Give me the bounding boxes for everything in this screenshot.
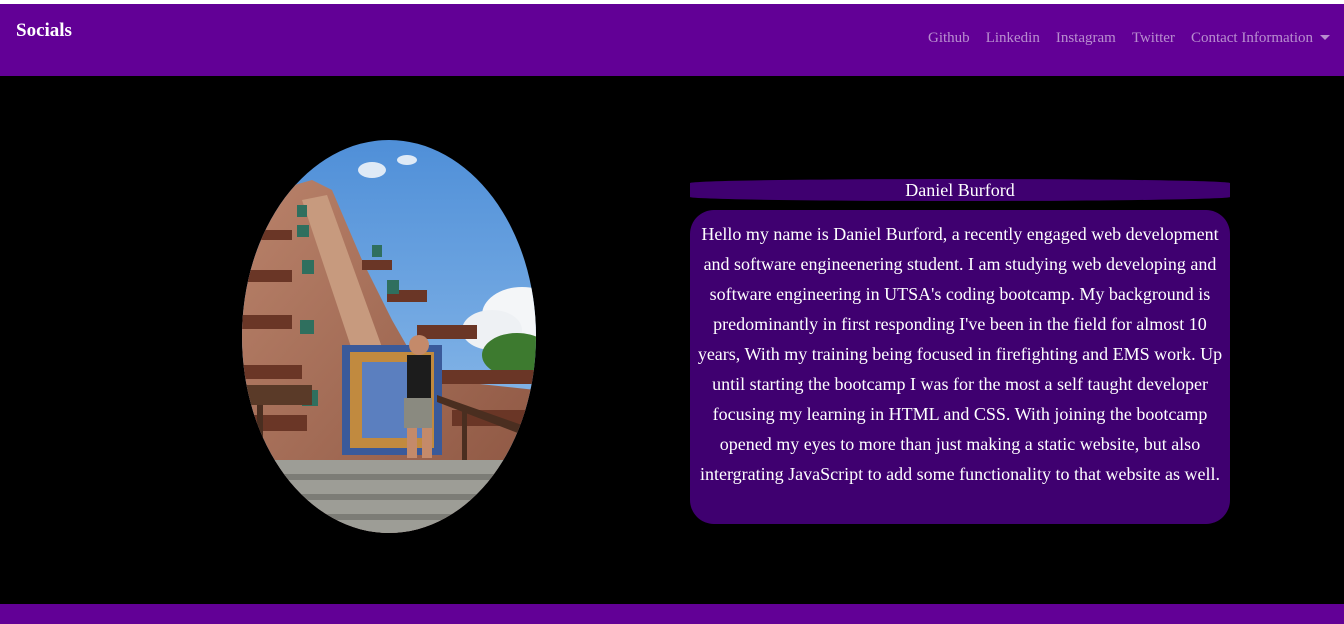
- navbar: Socials Github Linkedin Instagram Twitte…: [0, 4, 1344, 76]
- main-content: Daniel Burford Hello my name is Daniel B…: [0, 76, 1344, 604]
- contact-dropdown[interactable]: Contact Information: [1191, 30, 1330, 47]
- chevron-down-icon: [1320, 34, 1330, 40]
- profile-name: Daniel Burford: [690, 179, 1230, 201]
- nav-links: Github Linkedin Instagram Twitter Contac…: [928, 30, 1330, 47]
- profile-photo: [242, 140, 536, 533]
- contact-dropdown-label[interactable]: Contact Information: [1191, 30, 1313, 47]
- nav-link-linkedin[interactable]: Linkedin: [986, 30, 1040, 47]
- profile-bio: Hello my name is Daniel Burford, a recen…: [690, 210, 1230, 524]
- profile-photo-image: [242, 140, 536, 533]
- brand-link[interactable]: Socials: [16, 20, 72, 42]
- nav-link-twitter[interactable]: Twitter: [1132, 30, 1175, 47]
- nav-link-github[interactable]: Github: [928, 30, 970, 47]
- nav-link-instagram[interactable]: Instagram: [1056, 30, 1116, 47]
- footer: [0, 604, 1344, 624]
